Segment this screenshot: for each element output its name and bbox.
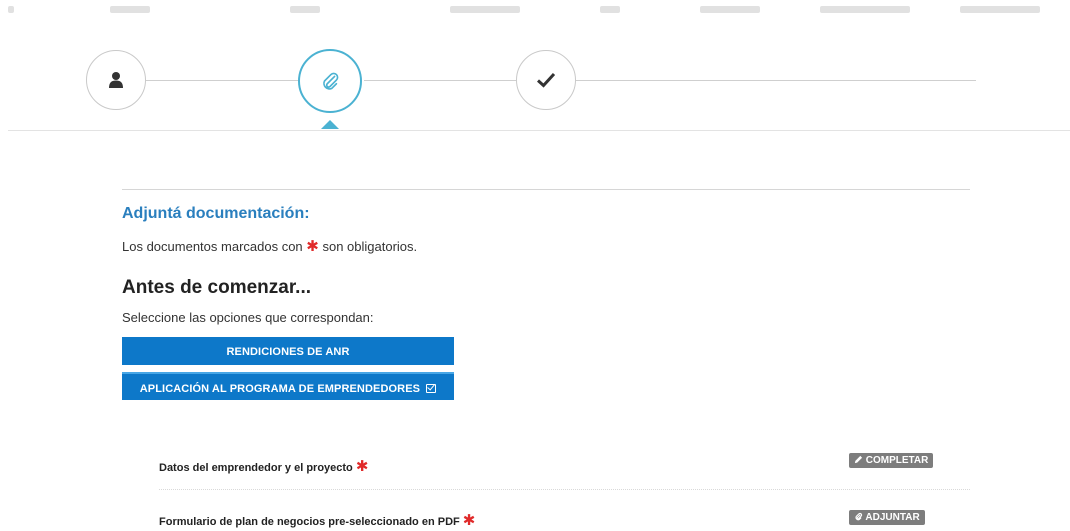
step-attach-documents[interactable] [298,49,362,113]
option-label: RENDICIONES DE ANR [226,346,350,358]
section-title: Adjuntá documentación: [122,205,310,222]
row-divider [159,489,970,490]
select-options-hint: Seleccione las opciones que correspondan… [122,310,374,325]
document-row: Datos del emprendedor y el proyecto ✱ CO… [159,449,970,477]
complete-button[interactable]: COMPLETAR [849,453,934,468]
required-note-text: Los documentos marcados con [122,239,303,254]
document-label: Datos del emprendedor y el proyecto ✱ [159,457,368,475]
paperclip-icon [323,72,339,90]
progress-stepper [0,40,1070,135]
step-confirmation[interactable] [516,50,576,110]
checkbox-checked-icon [426,384,437,393]
pencil-icon [854,455,863,464]
stepper-divider [8,130,1070,131]
stepper-connector [364,80,516,81]
attach-button[interactable]: ADJUNTAR [849,510,925,525]
document-upload-section: Adjuntá documentación: Los documentos ma… [122,189,970,529]
required-marker-icon: ✱ [355,458,369,475]
document-row: Formulario de plan de negocios pre-selec… [159,503,970,531]
required-note: Los documentos marcados con ✱ son obliga… [122,237,417,255]
option-anr-button[interactable]: RENDICIONES DE ANR [122,337,454,365]
attach-button-label: ADJUNTAR [865,512,920,523]
active-step-indicator [321,120,339,129]
check-icon [537,72,555,88]
complete-button-label: COMPLETAR [865,455,929,466]
document-name: Formulario de plan de negocios pre-selec… [159,516,460,528]
stepper-connector [146,80,300,81]
required-marker-icon: ✱ [462,512,476,529]
section-divider [122,189,970,190]
cropped-header-strip [0,0,1070,22]
step-personal-data[interactable] [86,50,146,110]
document-name: Datos del emprendedor y el proyecto [159,462,353,474]
document-label: Formulario de plan de negocios pre-selec… [159,511,475,529]
option-label: APLICACIÓN AL PROGRAMA DE EMPRENDEDORES [139,383,421,395]
user-icon [109,72,123,88]
required-marker-icon: ✱ [306,238,319,255]
before-start-heading: Antes de comenzar... [122,277,312,298]
required-note-text-end: son obligatorios. [322,239,418,254]
stepper-connector [576,80,976,81]
paperclip-icon [855,512,863,521]
option-emprendedores-button[interactable]: APLICACIÓN AL PROGRAMA DE EMPRENDEDORES [122,372,454,400]
